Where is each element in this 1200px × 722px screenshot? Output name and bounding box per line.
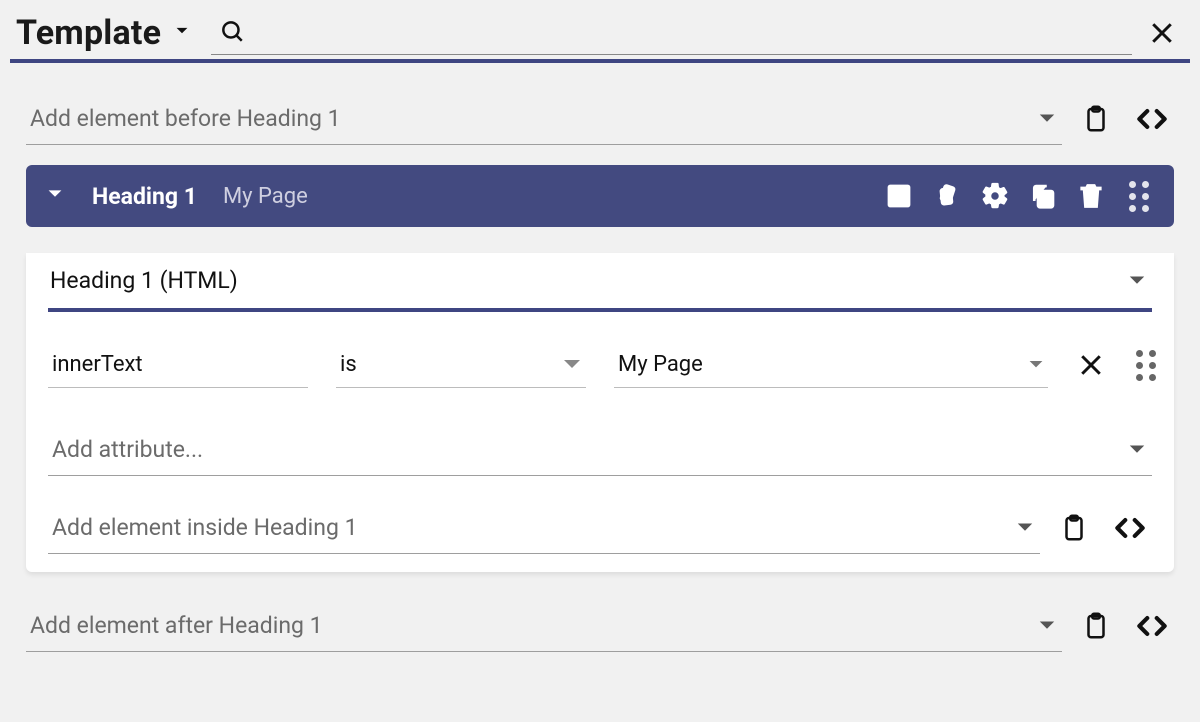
paste-inside-button[interactable] (1052, 506, 1096, 550)
template-dropdown-chevron-icon[interactable] (169, 17, 195, 48)
add-inside-row: Add element inside Heading 1 (26, 502, 1174, 554)
code-icon (1111, 509, 1149, 547)
add-before-placeholder: Add element before Heading 1 (26, 93, 1038, 144)
element-name: Heading 1 (92, 183, 197, 210)
settings-button[interactable] (978, 179, 1012, 213)
drag-handle[interactable] (1122, 179, 1156, 213)
add-element-after-input[interactable]: Add element after Heading 1 (26, 600, 1062, 652)
open-external-button[interactable] (882, 179, 916, 213)
chevron-down-icon (44, 183, 66, 205)
property-row: innerText is My Page (26, 342, 1174, 388)
add-attribute-placeholder: Add attribute... (48, 424, 1128, 475)
trash-icon (1076, 181, 1106, 211)
drag-icon (1129, 181, 1149, 212)
add-inside-placeholder: Add element inside Heading 1 (48, 502, 1016, 553)
close-icon (1076, 350, 1106, 380)
add-after-row: Add element after Heading 1 (26, 600, 1174, 652)
delete-button[interactable] (1074, 179, 1108, 213)
chevron-down-icon (1038, 112, 1056, 126)
property-val-value: My Page (618, 352, 703, 377)
styles-button[interactable] (930, 179, 964, 213)
property-drag-handle[interactable] (1134, 343, 1158, 387)
clipboard-icon (1081, 611, 1111, 641)
code-button[interactable] (1130, 97, 1174, 141)
add-attribute-input[interactable]: Add attribute... (48, 424, 1152, 476)
cards-icon (932, 181, 962, 211)
panel-body: Add element before Heading 1 Heading 1 M… (10, 63, 1190, 652)
property-name-value: innerText (52, 352, 143, 377)
code-icon (1133, 100, 1171, 138)
property-op-value: is (340, 352, 357, 377)
code-after-button[interactable] (1130, 604, 1174, 648)
drag-icon (1136, 350, 1156, 381)
code-inside-button[interactable] (1108, 506, 1152, 550)
clipboard-icon (1081, 104, 1111, 134)
close-button[interactable] (1140, 11, 1184, 55)
chevron-down-icon (1128, 274, 1146, 288)
gear-icon (980, 181, 1010, 211)
add-element-before-input[interactable]: Add element before Heading 1 (26, 93, 1062, 145)
chevron-down-icon (1028, 359, 1044, 371)
chevron-down-icon (562, 358, 582, 372)
element-type-select[interactable]: Heading 1 (HTML) (48, 253, 1152, 312)
panel-title: Template (16, 13, 161, 53)
close-icon (1147, 18, 1177, 48)
clipboard-icon (1059, 513, 1089, 543)
search-icon (219, 18, 245, 44)
code-icon (1133, 607, 1171, 645)
add-before-row: Add element before Heading 1 (26, 93, 1174, 145)
collapse-toggle[interactable] (44, 183, 66, 210)
add-element-inside-input[interactable]: Add element inside Heading 1 (48, 502, 1040, 554)
add-attribute-row: Add attribute... (26, 424, 1174, 476)
search-input[interactable] (211, 10, 1132, 55)
property-op-select[interactable]: is (336, 342, 586, 388)
panel-header: Template (10, 10, 1190, 63)
paste-button[interactable] (1074, 97, 1118, 141)
add-after-placeholder: Add element after Heading 1 (26, 600, 1038, 651)
chevron-down-icon (1016, 521, 1034, 535)
paste-after-button[interactable] (1074, 604, 1118, 648)
property-value-input[interactable]: My Page (614, 342, 1048, 388)
duplicate-button[interactable] (1026, 179, 1060, 213)
remove-property-button[interactable] (1076, 343, 1106, 387)
open-external-icon (884, 181, 914, 211)
chevron-down-icon (1128, 443, 1146, 457)
element-type-row: Heading 1 (HTML) (26, 253, 1174, 312)
element-subtitle: My Page (223, 184, 308, 209)
element-bar: Heading 1 My Page (26, 165, 1174, 227)
chevron-down-icon (1038, 619, 1056, 633)
property-name-select[interactable]: innerText (48, 342, 308, 388)
element-panel: Heading 1 (HTML) innerText is My Page (26, 253, 1174, 572)
element-type-label: Heading 1 (HTML) (48, 253, 1128, 308)
duplicate-icon (1028, 181, 1058, 211)
